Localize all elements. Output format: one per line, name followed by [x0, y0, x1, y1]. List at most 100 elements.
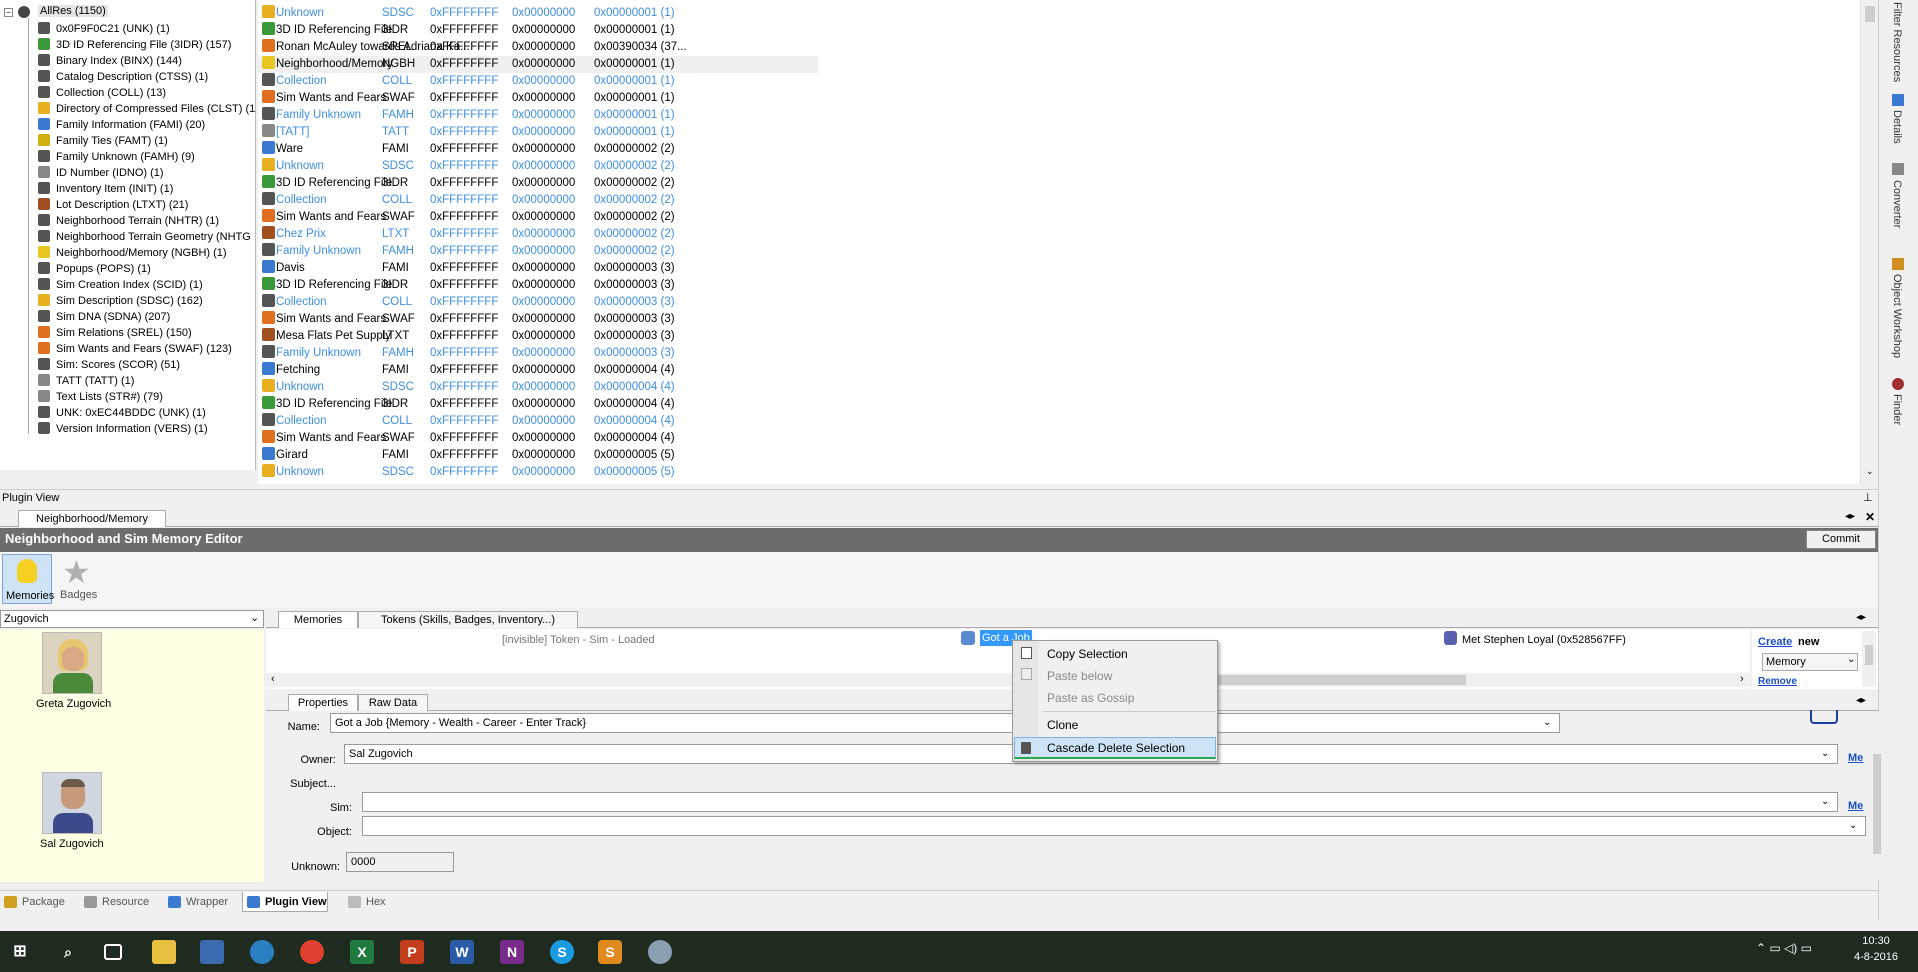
tree-item[interactable]: Collection (COLL) (13): [38, 85, 166, 101]
side-tab-filter-resources[interactable]: Filter Resources: [1891, 2, 1903, 82]
chevron-down-icon[interactable]: ⌄: [250, 611, 259, 624]
resource-row[interactable]: Chez Prix LTXT 0xFFFFFFFF 0x00000000 0x00000…: [258, 226, 818, 243]
tree-item[interactable]: Sim Creation Index (SCID) (1): [38, 277, 203, 293]
sim-portrait-sal[interactable]: [42, 772, 102, 834]
memory-item-met[interactable]: Met Stephen Loyal (0x528567FF): [1462, 634, 1626, 646]
start-windows-icon[interactable]: ⊞: [8, 940, 32, 964]
menu-item-paste-below[interactable]: Paste below: [1047, 666, 1112, 686]
resource-row[interactable]: 3D ID Referencing File 3IDR 0xFFFFFFFF 0x00…: [258, 277, 818, 294]
doc-tab-neighborhood-memory[interactable]: Neighborhood/Memory: [18, 510, 166, 527]
menu-item-clone[interactable]: Clone: [1047, 715, 1078, 735]
side-tab-converter[interactable]: Converter: [1891, 180, 1903, 228]
resource-row[interactable]: Unknown SDSC 0xFFFFFFFF 0x00000000 0x0000000…: [258, 158, 818, 175]
resource-row[interactable]: Neighborhood/Memory NGBH 0xFFFFFFFF 0x00000…: [258, 56, 818, 73]
chevron-down-icon[interactable]: ⌄: [1543, 714, 1551, 732]
skype-icon[interactable]: S: [550, 940, 574, 964]
tree-item[interactable]: Popups (POPS) (1): [38, 261, 151, 277]
tree-item[interactable]: 0x0F9F0C21 (UNK) (1): [38, 21, 170, 37]
resource-row[interactable]: Mesa Flats Pet Supply LTXT 0xFFFFFFFF 0x000…: [258, 328, 818, 345]
create-link[interactable]: Create: [1758, 636, 1792, 648]
badges-mode-button[interactable]: ★ Badges: [56, 554, 102, 604]
file-explorer-icon[interactable]: [152, 940, 176, 964]
memory-item-invisible[interactable]: [invisible] Token - Sim - Loaded: [502, 634, 655, 646]
resource-row[interactable]: Unknown SDSC 0xFFFFFFFF 0x00000000 0x0000000…: [258, 464, 818, 481]
tree-item[interactable]: Lot Description (LTXT) (21): [38, 197, 188, 213]
tree-item[interactable]: Family Unknown (FAMH) (9): [38, 149, 195, 165]
sim-portrait-greta[interactable]: [42, 632, 102, 694]
edge-icon[interactable]: [250, 940, 274, 964]
tree-item[interactable]: Family Information (FAMI) (20): [38, 117, 205, 133]
tree-item[interactable]: Catalog Description (CTSS) (1): [38, 69, 208, 85]
resource-row[interactable]: Collection COLL 0xFFFFFFFF 0x00000000 0x0000…: [258, 413, 818, 430]
tree-item[interactable]: Sim Description (SDSC) (162): [38, 293, 203, 309]
store-icon[interactable]: [200, 940, 224, 964]
memory-list[interactable]: [invisible] Token - Sim - Loaded Got a J…: [266, 629, 1750, 689]
scroll-thumb[interactable]: [1873, 754, 1881, 854]
bottom-tab-package[interactable]: Package: [0, 892, 65, 912]
resource-row[interactable]: Fetching FAMI 0xFFFFFFFF 0x00000000 0x000000…: [258, 362, 818, 379]
tree-item[interactable]: Text Lists (STR#) (79): [38, 389, 163, 405]
chevron-down-icon[interactable]: ⌄: [1821, 745, 1829, 763]
sim-me-link[interactable]: Me: [1848, 800, 1863, 812]
clock-time[interactable]: 10:30: [1846, 935, 1906, 947]
simpe-icon[interactable]: S: [598, 940, 622, 964]
tree-item[interactable]: ID Number (IDNO) (1): [38, 165, 164, 181]
tree-item[interactable]: Version Information (VERS) (1): [38, 421, 208, 437]
sim-list[interactable]: Greta Zugovich Sal Zugovich: [0, 630, 264, 882]
resource-row[interactable]: Family Unknown FAMH 0xFFFFFFFF 0x00000000 0x…: [258, 243, 818, 260]
word-icon[interactable]: W: [450, 940, 474, 964]
scroll-thumb[interactable]: [1865, 645, 1873, 665]
resource-row[interactable]: Sim Wants and Fears SWAF 0xFFFFFFFF 0x00000…: [258, 430, 818, 447]
tab-tokens[interactable]: Tokens (Skills, Badges, Inventory...): [358, 611, 578, 628]
resource-row[interactable]: 3D ID Referencing File 3IDR 0xFFFFFFFF 0x00…: [258, 22, 818, 39]
chrome-icon[interactable]: [300, 940, 324, 964]
resource-row[interactable]: Collection COLL 0xFFFFFFFF 0x00000000 0x0000…: [258, 192, 818, 209]
tree-item[interactable]: Binary Index (BINX) (144): [38, 53, 182, 69]
tree-item[interactable]: UNK: 0xEC44BDDC (UNK) (1): [38, 405, 206, 421]
resource-row[interactable]: Sim Wants and Fears SWAF 0xFFFFFFFF 0x00000…: [258, 209, 818, 226]
pin-icon[interactable]: ⊥: [1863, 491, 1873, 504]
tab-scroll-icon[interactable]: ◂▸: [1856, 695, 1866, 706]
side-tab-details[interactable]: Details: [1891, 110, 1903, 144]
resource-row[interactable]: Girard FAMI 0xFFFFFFFF 0x00000000 0x00000005…: [258, 447, 818, 464]
tree-item[interactable]: Directory of Compressed Files (CLST) (1): [38, 101, 255, 117]
excel-icon[interactable]: X: [350, 940, 374, 964]
resource-row[interactable]: Ware FAMI 0xFFFFFFFF 0x00000000 0x00000002 (…: [258, 141, 818, 158]
tab-memories[interactable]: Memories: [278, 611, 358, 628]
name-combobox[interactable]: Got a Job {Memory - Wealth - Career - En…: [330, 713, 1560, 733]
clock-date[interactable]: 4-8-2016: [1846, 951, 1906, 963]
tree-item[interactable]: Neighborhood Terrain Geometry (NHTG: [38, 229, 251, 245]
tab-raw-data[interactable]: Raw Data: [358, 694, 428, 711]
list-vscrollbar[interactable]: ⌄: [1860, 0, 1878, 484]
chevron-down-icon[interactable]: ⌄: [1821, 793, 1829, 811]
app-icon[interactable]: [648, 940, 672, 964]
bottom-tab-wrapper[interactable]: Wrapper: [164, 892, 228, 912]
chevron-down-icon[interactable]: ⌄: [1847, 654, 1855, 665]
remove-link[interactable]: Remove: [1758, 676, 1797, 687]
tree-item[interactable]: TATT (TATT) (1): [38, 373, 134, 389]
tab-properties[interactable]: Properties: [288, 694, 358, 711]
tree-item[interactable]: Neighborhood/Memory (NGBH) (1): [38, 245, 227, 261]
create-vscrollbar[interactable]: [1862, 631, 1876, 687]
resource-row[interactable]: Unknown SDSC 0xFFFFFFFF 0x00000000 0x0000000…: [258, 5, 818, 22]
unknown-field[interactable]: 0000: [346, 852, 454, 872]
resource-row[interactable]: Davis FAMI 0xFFFFFFFF 0x00000000 0x00000003 …: [258, 260, 818, 277]
resource-row[interactable]: Sim Wants and Fears SWAF 0xFFFFFFFF 0x00000…: [258, 311, 818, 328]
scroll-thumb[interactable]: [1865, 6, 1875, 22]
resource-row[interactable]: Ronan McAuley towards Adriana Ka... SREL 0…: [258, 39, 818, 56]
task-view-icon[interactable]: [104, 944, 122, 960]
tree-item[interactable]: Sim Relations (SREL) (150): [38, 325, 192, 341]
onenote-icon[interactable]: N: [500, 940, 524, 964]
tab-scroll-icon[interactable]: ◂▸: [1845, 511, 1855, 522]
tree-item[interactable]: Sim Wants and Fears (SWAF) (123): [38, 341, 232, 357]
chevron-down-icon[interactable]: ⌄: [1849, 817, 1857, 835]
tree-item[interactable]: 3D ID Referencing File (3IDR) (157): [38, 37, 231, 53]
scroll-down-icon[interactable]: ⌄: [1866, 466, 1874, 477]
family-select[interactable]: Zugovich ⌄: [0, 610, 264, 628]
owner-me-link[interactable]: Me: [1848, 752, 1863, 764]
menu-item-paste-as-gossip[interactable]: Paste as Gossip: [1047, 688, 1134, 708]
close-icon[interactable]: ✕: [1865, 510, 1875, 524]
tab-scroll-icon[interactable]: ◂▸: [1856, 612, 1866, 623]
properties-vscrollbar[interactable]: [1870, 712, 1884, 880]
menu-item-cascade-delete[interactable]: Cascade Delete Selection: [1047, 738, 1185, 758]
